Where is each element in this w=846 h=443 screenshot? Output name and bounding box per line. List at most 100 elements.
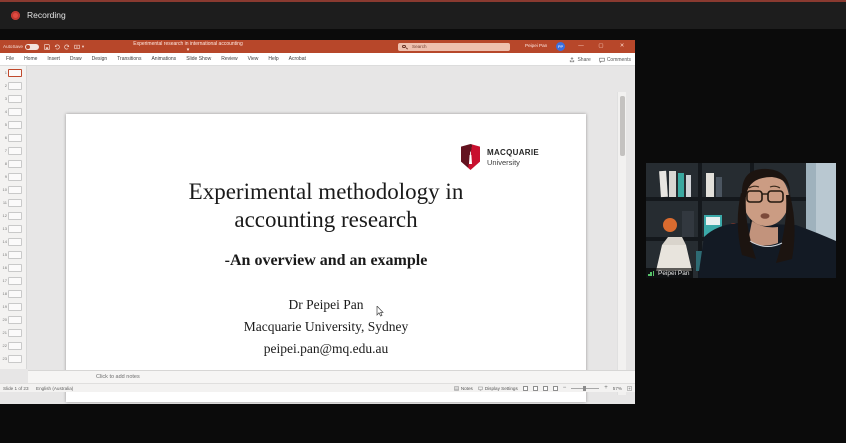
slide-thumbnail-10[interactable]: 10 (0, 183, 26, 196)
menu-tab-review[interactable]: Review (221, 56, 237, 62)
slide-thumbnail-15[interactable]: 15 (0, 248, 26, 261)
slide-thumbnail-7[interactable]: 7 (0, 144, 26, 157)
normal-view-button[interactable] (523, 386, 528, 391)
slide-thumbnail-21[interactable]: 21 (0, 326, 26, 339)
menu-tab-draw[interactable]: Draw (70, 56, 82, 62)
slide-thumbnail-23[interactable]: 23 (0, 352, 26, 365)
menu-tab-file[interactable]: File (6, 56, 14, 62)
thumbnail-number: 4 (0, 109, 8, 114)
thumbnail-number: 10 (0, 187, 8, 192)
thumbnail-preview[interactable] (8, 199, 22, 207)
slide-thumbnail-19[interactable]: 19 (0, 300, 26, 313)
autosave-toggle[interactable] (25, 44, 39, 50)
reading-view-button[interactable] (543, 386, 548, 391)
thumbnail-preview[interactable] (8, 303, 22, 311)
slide-thumbnail-18[interactable]: 18 (0, 287, 26, 300)
maximize-button[interactable]: ▢ (592, 40, 610, 53)
slide-title[interactable]: Experimental methodology in accounting r… (66, 178, 586, 234)
zoom-in-button[interactable]: + (604, 386, 608, 391)
menu-tab-transitions[interactable]: Transitions (117, 56, 141, 62)
redo-icon[interactable] (64, 44, 70, 50)
undo-icon[interactable] (54, 44, 60, 50)
thumbnail-preview[interactable] (8, 251, 22, 259)
thumbnail-preview[interactable] (8, 316, 22, 324)
slide-sorter-view-button[interactable] (533, 386, 538, 391)
menu-tab-design[interactable]: Design (92, 56, 108, 62)
thumbnail-preview[interactable] (8, 212, 22, 220)
slide-thumbnail-4[interactable]: 4 (0, 105, 26, 118)
thumbnail-preview[interactable] (8, 95, 22, 103)
thumbnail-preview[interactable] (8, 108, 22, 116)
slide-thumbnail-5[interactable]: 5 (0, 118, 26, 131)
share-button[interactable]: Share (569, 57, 590, 63)
fit-to-window-icon[interactable] (627, 386, 632, 391)
slideshow-view-button[interactable] (553, 386, 558, 391)
slide-thumbnail-1[interactable]: 1 (0, 66, 26, 79)
menu-tab-insert[interactable]: Insert (47, 56, 60, 62)
powerpoint-window: AutoSave ▾ Experimental research in inte… (0, 40, 635, 404)
autosave-label: AutoSave (3, 44, 23, 49)
zoom-percent[interactable]: 57% (613, 386, 622, 391)
slide-thumbnail-20[interactable]: 20 (0, 313, 26, 326)
document-title[interactable]: Experimental research in international a… (133, 41, 243, 53)
slide-thumbnail-17[interactable]: 17 (0, 274, 26, 287)
slide-thumbnail-9[interactable]: 9 (0, 170, 26, 183)
thumbnail-number: 9 (0, 174, 8, 179)
thumbnail-preview[interactable] (8, 147, 22, 155)
slide-thumbnail-13[interactable]: 13 (0, 222, 26, 235)
menu-tab-acrobat[interactable]: Acrobat (289, 56, 306, 62)
slide-author-block[interactable]: Dr Peipei Pan Macquarie University, Sydn… (66, 294, 586, 360)
comments-button[interactable]: Comments (599, 57, 631, 63)
thumbnail-preview[interactable] (8, 69, 22, 77)
search-input[interactable]: Search (398, 43, 510, 51)
slide-thumbnail-panel[interactable]: 1234567891011121314151617181920212223 (0, 66, 27, 369)
slide-thumbnail-2[interactable]: 2 (0, 79, 26, 92)
language-indicator[interactable]: English (Australia) (36, 386, 73, 391)
slide-thumbnail-6[interactable]: 6 (0, 131, 26, 144)
menu-tab-help[interactable]: Help (268, 56, 278, 62)
slide-thumbnail-22[interactable]: 22 (0, 339, 26, 352)
scrollbar-thumb[interactable] (620, 96, 625, 156)
thumbnail-preview[interactable] (8, 238, 22, 246)
webcam-video[interactable]: Peipei Pan (646, 163, 836, 278)
vertical-scrollbar[interactable] (617, 92, 626, 395)
slideshow-icon[interactable] (74, 44, 80, 50)
slide-thumbnail-11[interactable]: 11 (0, 196, 26, 209)
thumbnail-preview[interactable] (8, 290, 22, 298)
thumbnail-preview[interactable] (8, 160, 22, 168)
thumbnail-preview[interactable] (8, 342, 22, 350)
menu-tab-home[interactable]: Home (24, 56, 37, 62)
slide-thumbnail-14[interactable]: 14 (0, 235, 26, 248)
avatar[interactable]: PP (556, 42, 565, 51)
slide-thumbnail-3[interactable]: 3 (0, 92, 26, 105)
menu-tab-animations[interactable]: Animations (151, 56, 176, 62)
thumbnail-preview[interactable] (8, 355, 22, 363)
signed-in-user[interactable]: Peipei Pan (525, 43, 547, 48)
thumbnail-preview[interactable] (8, 277, 22, 285)
menu-tab-slide-show[interactable]: Slide Show (186, 56, 211, 62)
notes-toggle-button[interactable]: Notes (454, 386, 473, 391)
slide-thumbnail-16[interactable]: 16 (0, 261, 26, 274)
qat-dropdown-caret[interactable]: ▾ (82, 44, 84, 50)
close-button[interactable]: ✕ (613, 40, 631, 53)
display-settings-button[interactable]: Display Settings (478, 386, 518, 391)
thumbnail-preview[interactable] (8, 264, 22, 272)
slide-thumbnail-12[interactable]: 12 (0, 209, 26, 222)
thumbnail-preview[interactable] (8, 225, 22, 233)
notes-pane[interactable]: Click to add notes (28, 370, 635, 383)
slide-thumbnail-8[interactable]: 8 (0, 157, 26, 170)
zoom-out-button[interactable]: − (563, 386, 567, 391)
thumbnail-preview[interactable] (8, 186, 22, 194)
thumbnail-preview[interactable] (8, 329, 22, 337)
slide-subtitle[interactable]: -An overview and an example (66, 252, 586, 270)
menu-tab-view[interactable]: View (248, 56, 259, 62)
save-icon[interactable] (44, 44, 50, 50)
thumbnail-preview[interactable] (8, 134, 22, 142)
zoom-slider[interactable] (571, 388, 599, 389)
thumbnail-preview[interactable] (8, 173, 22, 181)
zoom-slider-knob[interactable] (583, 386, 586, 391)
thumbnail-preview[interactable] (8, 121, 22, 129)
minimize-button[interactable]: — (572, 40, 590, 53)
slide-canvas[interactable]: MACQUARIE University Experimental method… (66, 114, 586, 402)
thumbnail-preview[interactable] (8, 82, 22, 90)
